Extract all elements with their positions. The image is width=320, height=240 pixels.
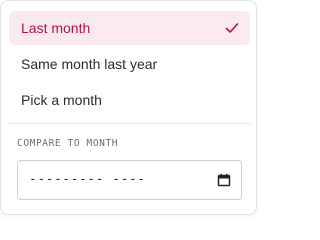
option-label: Same month last year bbox=[21, 56, 158, 72]
option-same-month-last-year[interactable]: Same month last year bbox=[9, 47, 250, 81]
month-picker-panel: Last month Same month last year Pick a m… bbox=[0, 0, 257, 215]
calendar-icon[interactable] bbox=[217, 173, 231, 187]
month-input-value: --------- ---- bbox=[29, 172, 146, 187]
divider bbox=[9, 123, 250, 124]
option-label: Last month bbox=[21, 20, 91, 36]
check-icon bbox=[225, 23, 239, 33]
option-pick-a-month[interactable]: Pick a month bbox=[9, 83, 250, 117]
option-last-month[interactable]: Last month bbox=[9, 11, 250, 45]
option-label: Pick a month bbox=[21, 92, 102, 108]
compare-month-input[interactable]: --------- ---- bbox=[17, 160, 242, 200]
compare-to-month-label: COMPARE TO MONTH bbox=[17, 138, 119, 149]
